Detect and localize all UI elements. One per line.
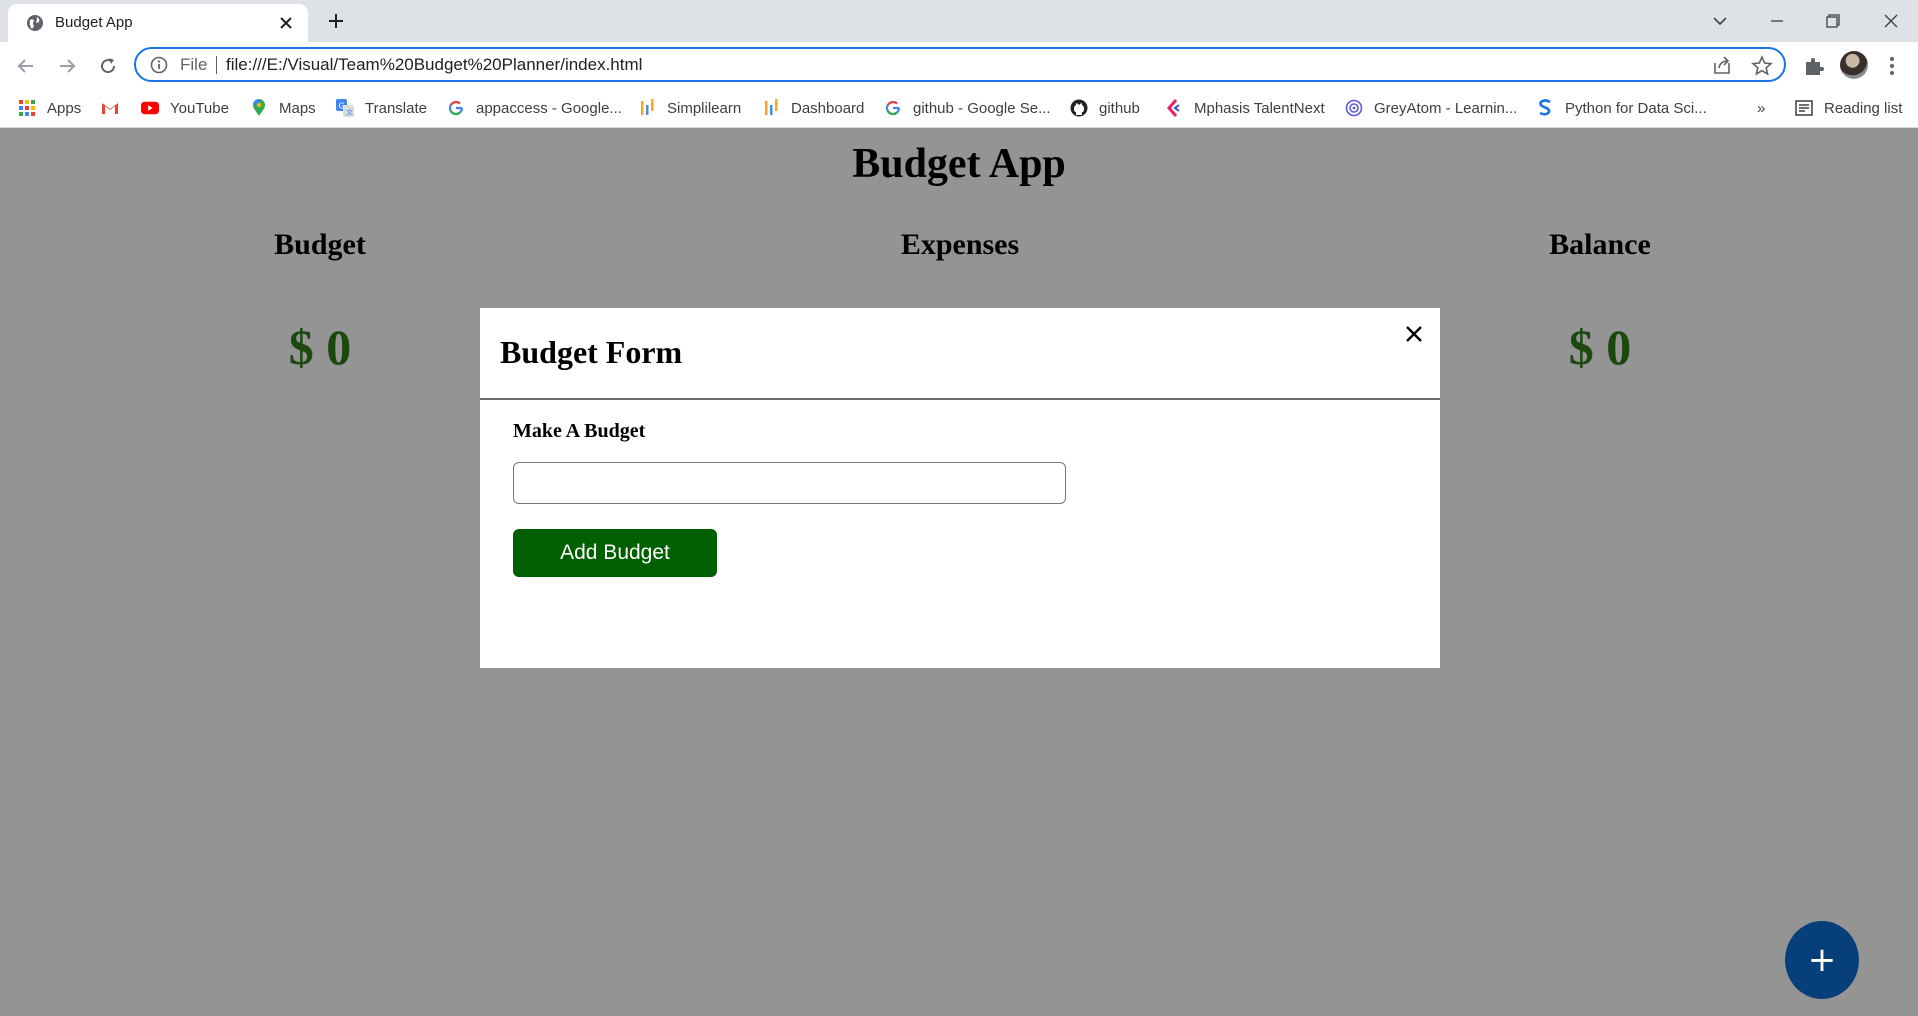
mphasis-icon <box>1165 99 1183 117</box>
bookmark-label: Translate <box>365 99 427 117</box>
bookmark-star-icon[interactable] <box>1751 55 1773 77</box>
gmail-icon <box>101 99 119 117</box>
bookmark-github[interactable]: github <box>1070 96 1140 120</box>
maps-pin-icon <box>250 99 268 117</box>
add-fab-button[interactable]: + <box>1785 921 1859 999</box>
kebab-menu-icon[interactable] <box>1884 54 1900 78</box>
bars-icon <box>638 99 656 117</box>
bookmarks-bar: Apps YouTube Maps G文 Translate appaccess… <box>0 88 1918 128</box>
browser-toolbar: File file:///E:/Visual/Team%20Budget%20P… <box>0 42 1918 88</box>
modal-title: Budget Form <box>500 334 683 370</box>
reading-list-icon <box>1795 99 1813 117</box>
bookmark-translate[interactable]: G文 Translate <box>336 96 427 120</box>
bookmark-label: Apps <box>47 99 82 117</box>
bookmark-maps[interactable]: Maps <box>250 96 316 120</box>
bookmark-label: github <box>1099 99 1140 117</box>
bookmark-greyatom[interactable]: GreyAtom - Learnin... <box>1345 96 1517 120</box>
address-separator <box>216 56 217 74</box>
reading-list-label: Reading list <box>1824 99 1903 117</box>
bookmark-appaccess[interactable]: appaccess - Google... <box>447 96 622 120</box>
bookmark-label: Simplilearn <box>667 99 742 117</box>
browser-tab-strip: Budget App <box>0 0 1918 42</box>
bookmark-label: Dashboard <box>791 99 865 117</box>
bookmark-apps[interactable]: Apps <box>18 96 81 120</box>
s-icon <box>1536 99 1554 117</box>
scheme-label: File <box>180 55 208 74</box>
bookmark-label: Mphasis TalentNext <box>1194 99 1325 117</box>
bookmark-github-search[interactable]: github - Google Se... <box>884 96 1051 120</box>
bookmark-label: Python for Data Sci... <box>1565 99 1707 117</box>
minimize-icon[interactable] <box>1764 8 1790 34</box>
bookmarks-overflow[interactable]: » <box>1757 96 1765 120</box>
close-tab-icon[interactable] <box>278 15 294 31</box>
browser-tab[interactable]: Budget App <box>8 4 308 42</box>
bookmark-mphasis[interactable]: Mphasis TalentNext <box>1165 96 1325 120</box>
profile-avatar[interactable] <box>1840 51 1868 79</box>
info-icon[interactable] <box>150 56 168 74</box>
reading-list[interactable]: Reading list <box>1795 96 1902 120</box>
new-tab-icon[interactable] <box>326 11 346 31</box>
globe-icon <box>27 15 43 31</box>
bookmark-youtube[interactable]: YouTube <box>141 96 229 120</box>
greyatom-icon <box>1345 99 1363 117</box>
close-window-icon[interactable] <box>1878 8 1904 34</box>
add-budget-button[interactable]: Add Budget <box>513 529 717 577</box>
google-icon <box>884 99 902 117</box>
budget-form-modal: Budget Form Make A Budget Add Budget <box>480 308 1440 668</box>
address-bar[interactable]: File file:///E:/Visual/Team%20Budget%20P… <box>134 47 1786 82</box>
url-text[interactable]: file:///E:/Visual/Team%20Budget%20Planne… <box>226 55 642 75</box>
bookmark-label: GreyAtom - Learnin... <box>1374 99 1518 117</box>
bookmark-simplilearn[interactable]: Simplilearn <box>638 96 741 120</box>
bookmark-label: appaccess - Google... <box>476 99 622 117</box>
back-icon[interactable] <box>14 54 38 78</box>
github-icon <box>1070 99 1088 117</box>
forward-icon[interactable] <box>55 54 79 78</box>
extensions-puzzle-icon[interactable] <box>1802 54 1826 78</box>
tab-search-icon[interactable] <box>1707 8 1733 34</box>
make-budget-label: Make A Budget <box>513 420 646 442</box>
close-icon <box>1406 326 1422 342</box>
plus-icon: + <box>1807 940 1837 980</box>
share-icon[interactable] <box>1711 55 1733 77</box>
tab-title: Budget App <box>55 14 133 31</box>
translate-icon: G文 <box>336 99 354 117</box>
youtube-icon <box>141 99 159 117</box>
bars-icon <box>762 99 780 117</box>
bookmark-label: Maps <box>279 99 316 117</box>
bookmark-dashboard[interactable]: Dashboard <box>762 96 864 120</box>
close-modal-button[interactable] <box>1400 320 1428 348</box>
budget-input[interactable] <box>513 462 1066 504</box>
svg-text:文: 文 <box>346 108 353 117</box>
bookmark-label: github - Google Se... <box>913 99 1051 117</box>
restore-icon[interactable] <box>1820 8 1846 34</box>
svg-text:G: G <box>339 102 345 111</box>
reload-icon[interactable] <box>96 54 120 78</box>
bookmark-label: YouTube <box>170 99 229 117</box>
modal-header: Budget Form <box>480 308 1440 400</box>
page-viewport: Budget App Budget Expenses Balance $ 0 $… <box>0 128 1918 1016</box>
bookmark-gmail[interactable] <box>101 96 130 120</box>
apps-grid-icon <box>18 99 36 117</box>
bookmark-python-data-science[interactable]: Python for Data Sci... <box>1536 96 1707 120</box>
google-icon <box>447 99 465 117</box>
